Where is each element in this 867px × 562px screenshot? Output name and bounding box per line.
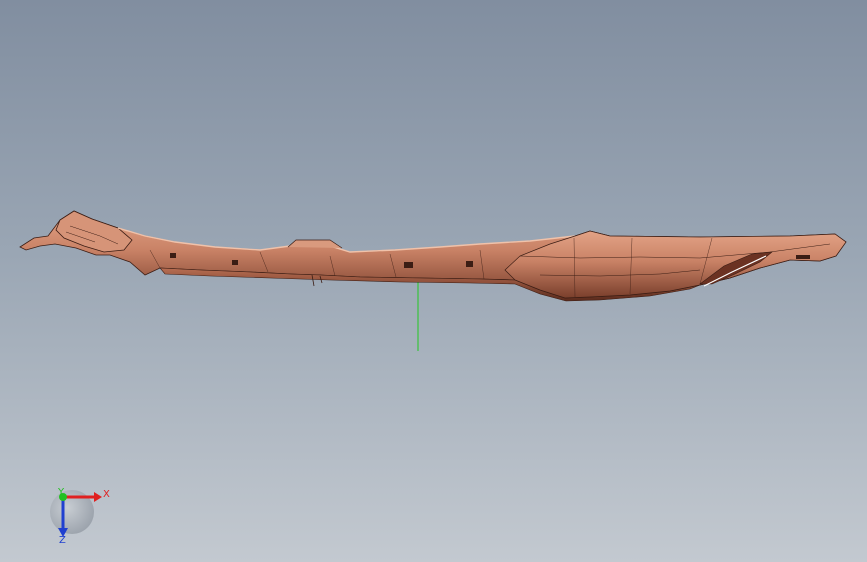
3d-viewport[interactable]: X Y Z xyxy=(0,0,867,562)
model-clip-bump xyxy=(287,239,343,249)
model-clip-1 xyxy=(170,253,176,258)
model-clip-2 xyxy=(232,260,238,265)
model-clip-4 xyxy=(466,261,473,267)
triad-x-label: X xyxy=(103,489,110,500)
coordinate-triad: X Y Z xyxy=(50,487,110,546)
trim-panel-3d-model[interactable] xyxy=(19,210,847,302)
triad-y-label: Y xyxy=(57,487,65,498)
model-clip-3 xyxy=(404,262,413,268)
triad-z-label: Z xyxy=(59,535,66,546)
model-clip-5 xyxy=(796,255,810,259)
viewport-canvas[interactable]: X Y Z xyxy=(0,0,867,562)
